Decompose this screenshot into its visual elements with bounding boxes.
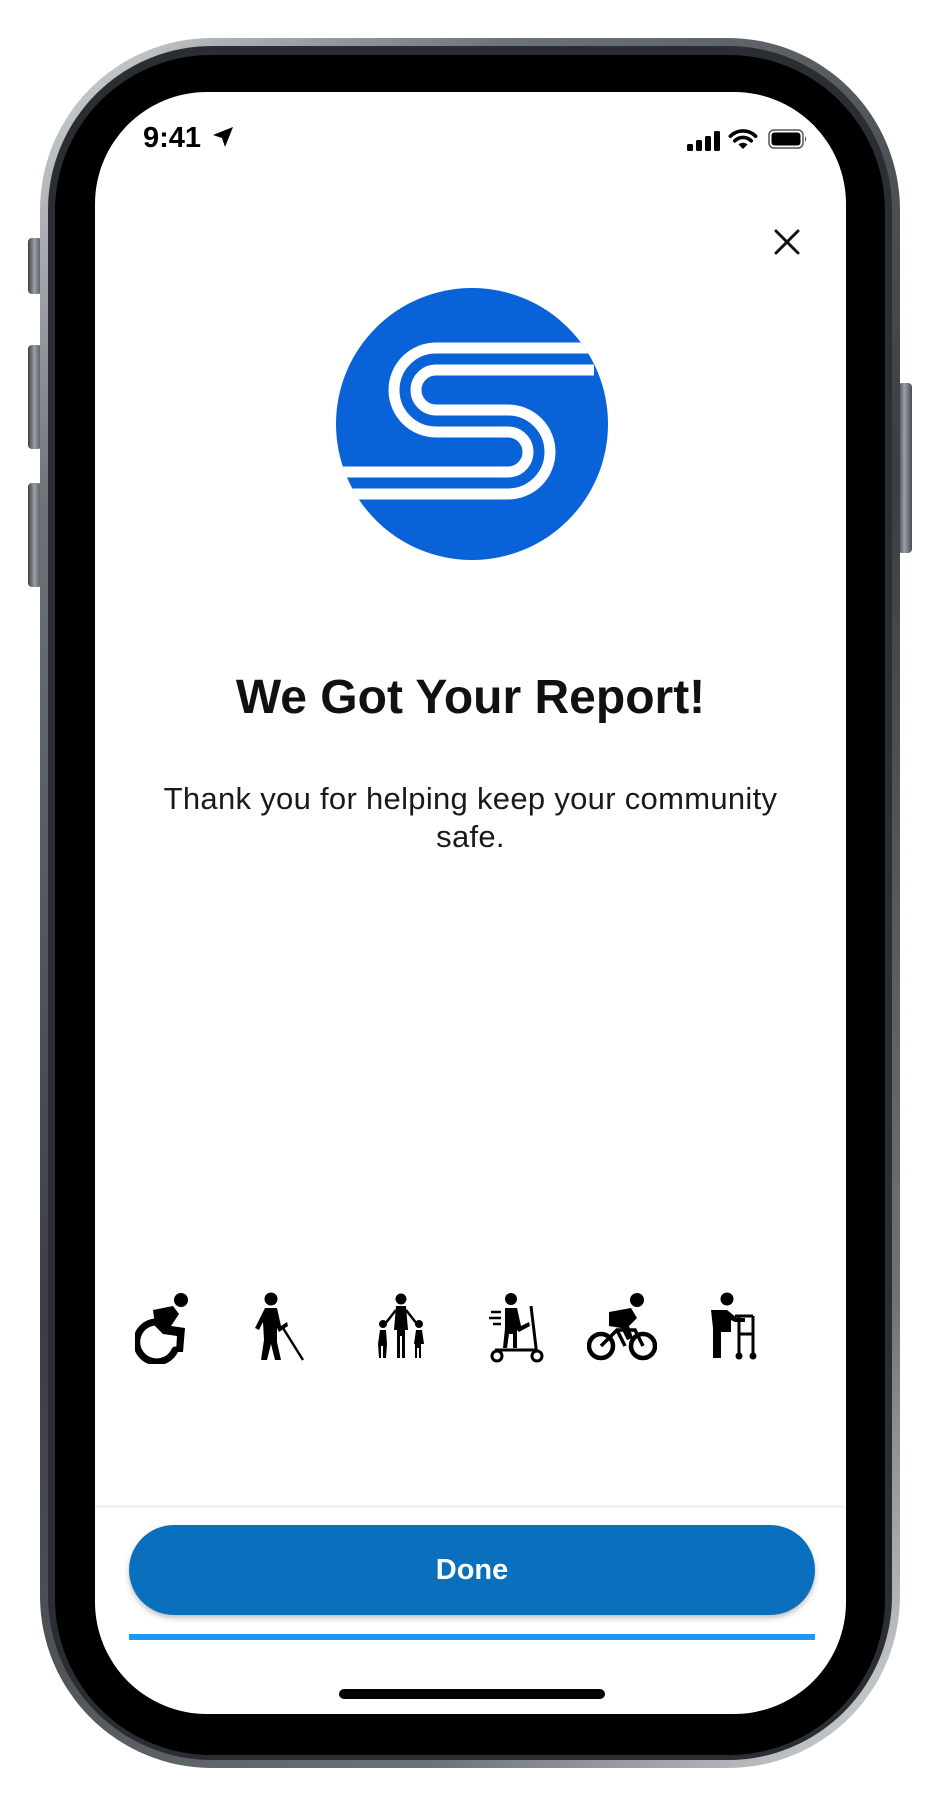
scooter-icon — [489, 1293, 544, 1363]
cyclist-icon — [587, 1293, 657, 1361]
thank-you-message: Thank you for helping keep your communit… — [163, 781, 778, 854]
power-button — [898, 383, 912, 553]
location-arrow-icon — [213, 127, 233, 147]
walker-icon — [711, 1292, 757, 1360]
family-icon — [378, 1293, 424, 1358]
progress-bar — [129, 1634, 815, 1640]
page-title: We Got Your Report! — [235, 671, 706, 724]
progress-fill — [129, 1634, 815, 1640]
mobility-icons-row — [135, 1292, 825, 1372]
home-indicator[interactable] — [339, 1689, 605, 1699]
status-time: 9:41 — [143, 122, 202, 154]
close-icon — [774, 229, 800, 255]
close-button[interactable] — [765, 220, 809, 264]
done-button[interactable]: Done — [129, 1525, 815, 1615]
wheelchair-icon — [135, 1293, 188, 1364]
footer-divider — [95, 1505, 846, 1508]
screen: 9:41 We Got Your Report! Thank you for h… — [95, 92, 846, 1714]
blind-pedestrian-icon — [255, 1292, 305, 1361]
s-logo-icon — [336, 288, 608, 560]
wifi-icon — [728, 129, 758, 149]
cellular-signal-icon — [687, 131, 720, 151]
battery-icon — [768, 129, 807, 149]
status-bar: 9:41 — [95, 92, 846, 182]
